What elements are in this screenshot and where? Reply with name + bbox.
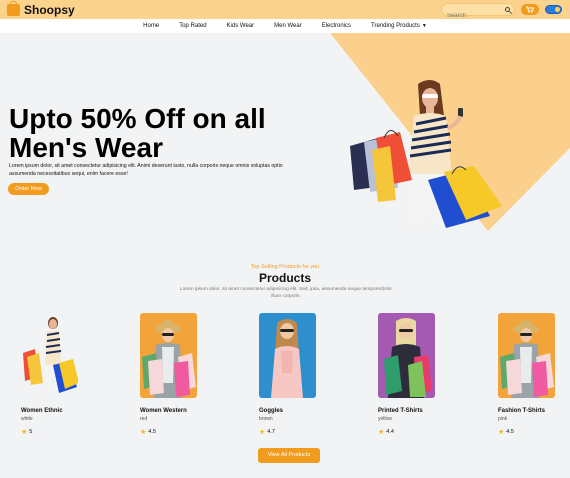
cart-icon bbox=[526, 6, 534, 13]
nav-item-top-rated[interactable]: Top Rated bbox=[179, 23, 206, 29]
product-card[interactable]: Women Western red ★ 4.5 bbox=[140, 313, 200, 436]
product-rating: ★ 4.7 bbox=[259, 428, 319, 436]
nav-dropdown-trending[interactable]: Trending Products ▼ bbox=[371, 23, 427, 29]
products-title: Products bbox=[258, 271, 311, 285]
product-rating: ★ 4.4 bbox=[378, 428, 438, 436]
hero-description: Lorem ipsum dolor, sit amet consectetur … bbox=[9, 163, 283, 177]
top-bar: Shoopsy bbox=[0, 0, 570, 22]
rating-value: 4.4 bbox=[386, 429, 394, 435]
star-icon: ★ bbox=[259, 429, 266, 436]
view-all-products-button[interactable]: View All Products bbox=[258, 448, 320, 463]
product-color: red bbox=[140, 416, 148, 422]
shopping-bag-icon bbox=[7, 1, 20, 16]
order-now-button[interactable]: Order Now bbox=[8, 183, 49, 195]
nav-item-kids-wear[interactable]: Kids Wear bbox=[227, 23, 255, 29]
brand-logo[interactable]: Shoopsy bbox=[7, 1, 75, 17]
product-card[interactable]: Fashion T-Shirts pink ★ 4.5 bbox=[498, 313, 558, 436]
star-icon: ★ bbox=[378, 429, 385, 436]
product-name: Fashion T-Shirts bbox=[498, 408, 546, 414]
product-name: Women Western bbox=[140, 408, 187, 414]
rating-value: 5 bbox=[29, 429, 33, 435]
star-icon: ★ bbox=[21, 429, 28, 436]
caret-down-icon: ▼ bbox=[421, 23, 427, 29]
cart-button[interactable] bbox=[521, 4, 539, 15]
product-name: Printed T-Shirts bbox=[378, 408, 423, 414]
product-card[interactable]: Printed T-Shirts yellow ★ 4.4 bbox=[378, 313, 438, 436]
product-color: white bbox=[21, 416, 33, 422]
rating-value: 4.5 bbox=[506, 429, 514, 435]
star-icon: ★ bbox=[498, 429, 505, 436]
product-image bbox=[140, 313, 197, 398]
product-color: yellow bbox=[378, 416, 392, 422]
product-image bbox=[259, 313, 316, 398]
star-icon: ★ bbox=[140, 429, 147, 436]
products-description: Lorem ipsum dolor, sit amet consectetur … bbox=[180, 287, 392, 299]
products-subtitle: Top Selling Products for you bbox=[250, 264, 320, 270]
product-rating: ★ 4.5 bbox=[140, 428, 200, 436]
product-image bbox=[378, 313, 435, 398]
search-box[interactable] bbox=[441, 3, 515, 22]
nav-item-home[interactable]: Home bbox=[143, 23, 159, 29]
product-card[interactable]: Women Ethnic white ★ 5 bbox=[21, 313, 81, 436]
nav-item-men-wear[interactable]: Men Wear bbox=[274, 23, 302, 29]
brand-name: Shoopsy bbox=[24, 3, 75, 17]
product-color: brown bbox=[259, 416, 273, 422]
product-color: pink bbox=[498, 416, 508, 422]
nav-item-electronics[interactable]: Electronics bbox=[322, 23, 351, 29]
search-icon[interactable] bbox=[505, 7, 510, 12]
product-image bbox=[498, 313, 555, 398]
rating-value: 4.5 bbox=[148, 429, 156, 435]
hero-model-image bbox=[350, 80, 502, 228]
main-nav: Home Top Rated Kids Wear Men Wear Electr… bbox=[0, 19, 570, 33]
product-name: Women Ethnic bbox=[21, 408, 63, 414]
product-name: Goggles bbox=[259, 408, 284, 414]
nav-dropdown-label: Trending Products bbox=[371, 23, 420, 29]
product-rating: ★ 4.5 bbox=[498, 428, 558, 436]
product-rating: ★ 5 bbox=[21, 428, 81, 436]
product-card[interactable]: Goggles brown ★ 4.7 bbox=[259, 313, 319, 436]
hero-title: Upto 50% Off on all Men's Wear bbox=[9, 103, 266, 163]
rating-value: 4.7 bbox=[267, 429, 275, 435]
dark-mode-toggle[interactable] bbox=[545, 5, 562, 14]
product-image bbox=[23, 317, 79, 397]
